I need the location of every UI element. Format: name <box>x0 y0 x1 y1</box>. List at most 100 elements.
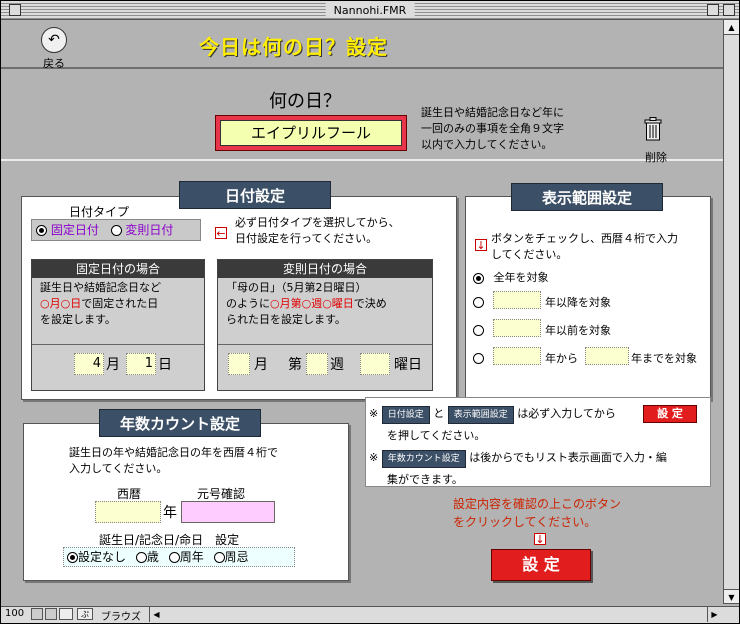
variable-date-box: 変則日付の場合 「母の日」（5月第2日曜日） のように○月第○週○曜日で決め ら… <box>217 259 433 391</box>
notes-line2: ※ 年数カウント設定 は後からでもリスト表示画面で入力・編 <box>369 449 667 468</box>
radio-count-anniv[interactable] <box>168 552 180 563</box>
confirm-line: 設定内容を確認の上このボタン <box>453 497 622 511</box>
radio-range-before[interactable] <box>473 324 484 336</box>
count-memorial-label[interactable]: 周忌 <box>225 550 249 564</box>
note-mark: ※ <box>369 451 379 464</box>
range-before-row <box>473 323 484 336</box>
date-type-group: 固定日付 変則日付 <box>31 219 201 241</box>
close-box-icon[interactable] <box>9 4 21 16</box>
note-line: 以内で入力してください。 <box>421 138 553 151</box>
anniversary-heading: 何の日？ <box>269 91 341 112</box>
desc-post: で決め <box>353 297 387 310</box>
zoom-out-icon[interactable] <box>31 608 43 620</box>
set-button[interactable]: 設 定 <box>491 549 591 581</box>
window-title: Nannohi.FMR <box>325 3 415 18</box>
fixed-date-desc: 誕生日や結婚記念日など ○月○日で固定された日 を設定します。 <box>40 280 200 328</box>
radio-count-none[interactable] <box>67 552 78 563</box>
down-arrow-icon: ↓ <box>534 533 546 546</box>
variable-week-input[interactable] <box>306 353 328 375</box>
date-settings-title: 日付設定 <box>179 181 331 209</box>
anniversary-name-value[interactable]: エイプリルフール <box>220 120 402 146</box>
anniversary-note: 誕生日や結婚記念日など年に 一回のみの事項を全角９文字 以内で入力してください。 <box>421 105 564 153</box>
range-after-label[interactable]: 年以降を対象 <box>545 294 611 310</box>
confirm-instruction: 設定内容を確認の上このボタン をクリックしてください。 <box>453 495 621 531</box>
instruction-line: 必ず日付タイプを選択してから、 <box>235 216 400 229</box>
collapse-box-icon[interactable] <box>723 4 735 16</box>
radio-count-age[interactable] <box>135 552 147 563</box>
radio-range-all[interactable] <box>473 272 484 284</box>
fixed-day-input[interactable]: 1 <box>126 353 156 375</box>
note-mark: ※ <box>369 407 379 420</box>
scroll-right-icon[interactable]: ▶ <box>707 607 721 622</box>
trash-icon[interactable] <box>643 117 663 141</box>
radio-count-memorial[interactable] <box>213 552 225 563</box>
inline-set-button[interactable]: 設 定 <box>643 405 697 423</box>
variable-date-header: 変則日付の場合 <box>218 260 432 278</box>
zoom-in-icon[interactable] <box>45 608 57 620</box>
desc-pre: のように <box>226 297 270 310</box>
range-from-label[interactable]: 年から <box>545 350 578 366</box>
mode-icon[interactable]: ぷ <box>77 608 93 620</box>
range-to-year-input[interactable] <box>585 347 629 365</box>
date-type-label: 日付タイプ <box>69 205 130 219</box>
range-before-year-input[interactable] <box>493 319 541 337</box>
range-all-label[interactable]: 全年を対象 <box>494 271 549 284</box>
anniversary-type-group: 設定なし 歳 周年 周忌 <box>63 547 295 567</box>
desc-rest: で固定された日 <box>81 297 159 310</box>
fixed-date-box: 固定日付の場合 誕生日や結婚記念日など ○月○日で固定された日 を設定します。 … <box>31 259 205 391</box>
notes-line2b: 集ができます。 <box>387 473 463 486</box>
radio-fixed-date[interactable] <box>36 225 47 236</box>
delete-label[interactable]: 削除 <box>645 149 667 165</box>
back-button-label[interactable]: 戻る <box>41 55 67 71</box>
divider <box>218 344 432 345</box>
variable-date-desc: 「母の日」（5月第2日曜日） のように○月第○週○曜日で決め られた日を設定しま… <box>226 280 430 328</box>
year-label: 西暦 <box>117 487 142 501</box>
fixed-month-input[interactable]: 4 <box>74 353 104 375</box>
variable-month-input[interactable] <box>228 353 250 375</box>
header-bar: ↶ 戻る 今日は何の日？設定 <box>1 21 723 71</box>
scroll-down-icon[interactable]: ▼ <box>724 589 739 604</box>
range-before-label[interactable]: 年以前を対象 <box>545 322 611 338</box>
back-icon[interactable]: ↶ <box>41 27 67 53</box>
title-bar[interactable]: Nannohi.FMR <box>1 1 739 20</box>
anniversary-name-field[interactable]: エイプリルフール <box>215 115 407 151</box>
zoom-level[interactable]: 100 <box>5 608 24 619</box>
desc-line: られた日を設定します。 <box>226 313 346 326</box>
scroll-up-icon[interactable]: ▲ <box>724 20 739 35</box>
desc-line: を設定します。 <box>40 313 116 326</box>
instruction-line: してください。 <box>491 248 568 261</box>
variable-date-label[interactable]: 変則日付 <box>125 223 173 237</box>
radio-variable-date[interactable] <box>110 225 122 236</box>
year-input[interactable] <box>95 501 161 523</box>
instruction-line: 誕生日の年や結婚記念日の年を西暦４桁で <box>69 446 278 459</box>
mode-label[interactable]: ブラウズ <box>101 608 141 623</box>
count-age-label[interactable]: 歳 <box>147 550 159 564</box>
era-label: 元号確認 <box>197 487 246 501</box>
status-area-icon[interactable] <box>59 608 73 620</box>
divider <box>32 344 204 345</box>
date-type-instruction: 必ず日付タイプを選択してから、 日付設定を行ってください。 <box>235 215 400 247</box>
zoom-box-icon[interactable] <box>707 4 719 16</box>
note-text: は後からでもリスト表示画面で入力・編 <box>469 451 667 464</box>
content-area: ↶ 戻る 今日は何の日？設定 何の日？ エイプリルフール 誕生日や結婚記念日など… <box>1 21 723 606</box>
range-after-year-input[interactable] <box>493 291 541 309</box>
status-bar: 100 ぷ ブラウズ ◀ ▶ <box>1 606 739 623</box>
range-to-label[interactable]: 年までを対象 <box>631 350 697 366</box>
day-unit: 日 <box>158 357 172 373</box>
radio-range-after[interactable] <box>473 296 484 308</box>
range-between-row <box>473 351 484 364</box>
fixed-date-label[interactable]: 固定日付 <box>51 223 99 237</box>
count-anniv-label[interactable]: 周年 <box>180 550 204 564</box>
notes-line1: ※ 日付設定 と 表示範囲設定 は必ず入力してから <box>369 405 616 424</box>
note-line: 一回のみの事項を全角９文字 <box>421 122 564 135</box>
vertical-scrollbar[interactable]: ▲ ▼ <box>723 20 739 604</box>
scroll-left-icon[interactable]: ◀ <box>149 607 163 622</box>
count-none-label[interactable]: 設定なし <box>78 550 126 564</box>
instruction-line: 入力してください。 <box>69 462 168 475</box>
range-from-year-input[interactable] <box>493 347 541 365</box>
radio-range-between[interactable] <box>473 352 484 364</box>
year-unit: 年 <box>163 505 177 521</box>
variable-weekday-input[interactable] <box>360 353 390 375</box>
page-title: 今日は何の日？設定 <box>199 35 388 59</box>
range-all-row: 全年を対象 <box>473 269 549 285</box>
